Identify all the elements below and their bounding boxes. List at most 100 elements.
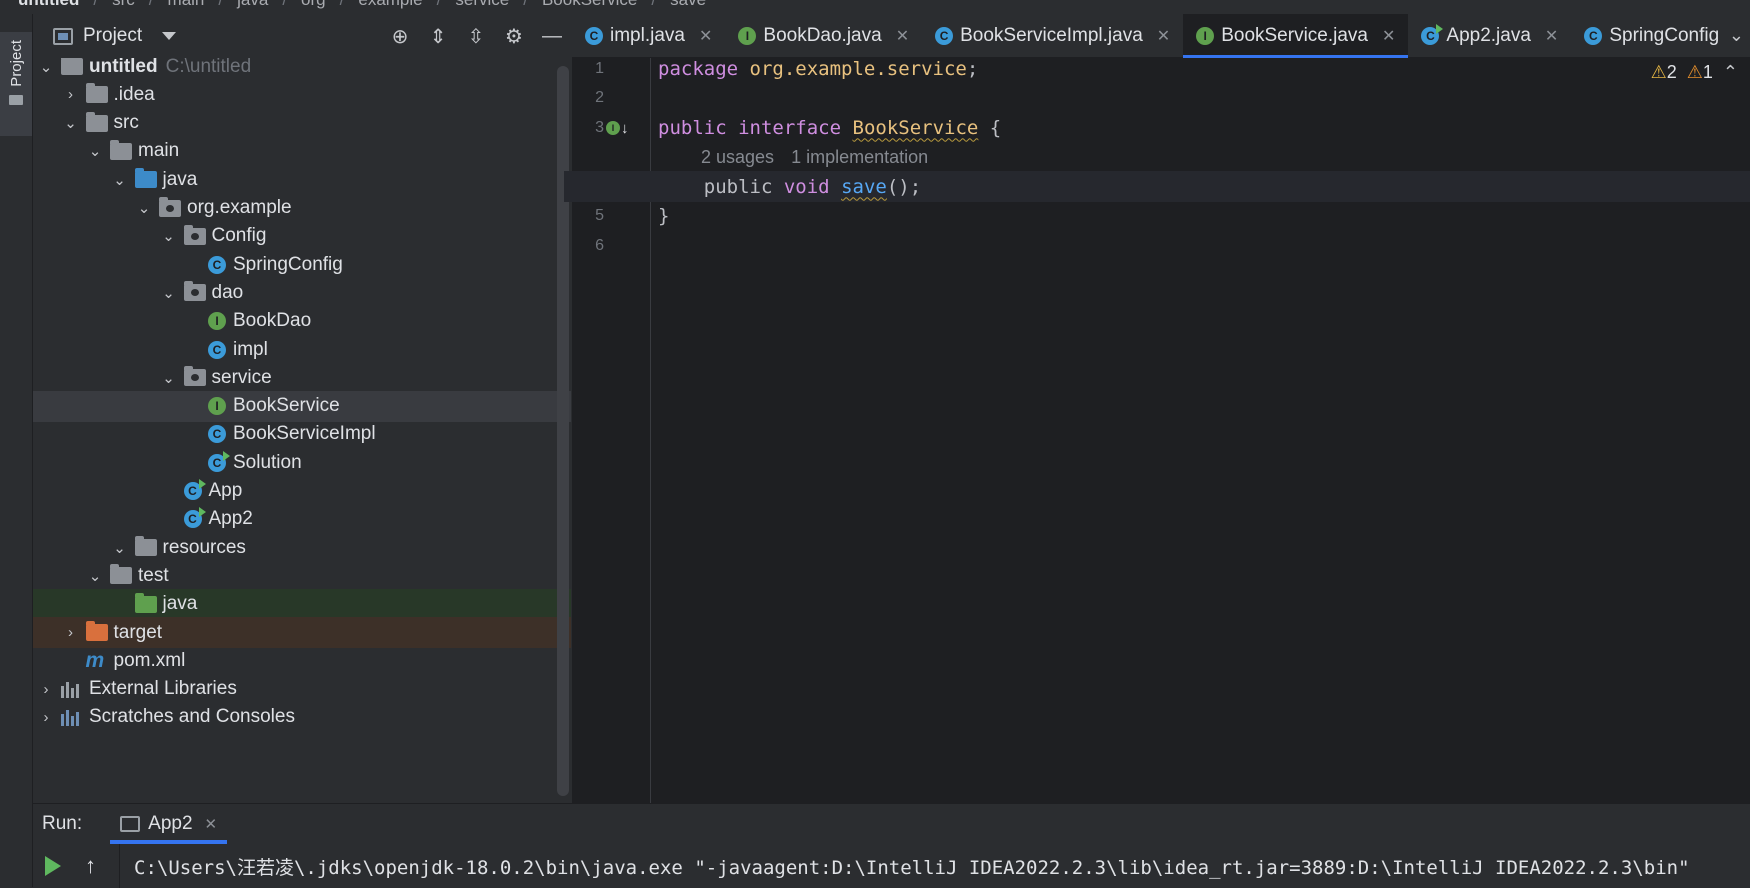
chevron-down-icon[interactable]: ⌄ xyxy=(111,539,129,557)
weak-warning-count: ⚠2 xyxy=(1651,62,1677,83)
editor-tab[interactable]: I BookDao.java ✕ xyxy=(725,14,922,57)
tree-node-java[interactable]: ⌄ java xyxy=(33,164,571,195)
tree-node-label: BookService xyxy=(233,395,340,417)
expand-all-icon[interactable]: ⇕ xyxy=(419,14,457,58)
chevron-down-icon[interactable]: ⌄ xyxy=(86,142,104,160)
inspection-widget[interactable]: ⚠2 ⚠1 ⌃ xyxy=(1651,62,1738,83)
breadcrumb-item[interactable]: example xyxy=(358,0,422,10)
chevron-down-icon[interactable]: ⌄ xyxy=(111,171,129,189)
close-icon[interactable]: ✕ xyxy=(896,26,909,46)
interface-icon: I xyxy=(738,26,757,45)
tree-node-app2[interactable]: ›CApp2 xyxy=(33,504,571,535)
tree-node-springconfig[interactable]: ›CSpringConfig xyxy=(33,249,571,280)
console-output[interactable]: C:\Users\汪若凌\.jdks\openjdk-18.0.2\bin\ja… xyxy=(134,844,1750,888)
tree-node-service[interactable]: ⌄ service xyxy=(33,362,571,393)
gear-icon[interactable]: ⚙ xyxy=(495,14,533,58)
tree-node-main[interactable]: ⌄ main xyxy=(33,136,571,167)
code-package-name: org.example.service xyxy=(749,57,967,80)
code-keyword: void xyxy=(783,175,830,198)
tree-node-external-libraries[interactable]: › External Libraries xyxy=(33,674,559,705)
tree-node-bookservice[interactable]: ›IBookService xyxy=(33,390,571,422)
breadcrumb-item[interactable]: src xyxy=(112,0,135,10)
chevron-down-icon[interactable]: ⌄ xyxy=(62,114,80,132)
inlay-hint: 2 usages 1 implementation xyxy=(701,142,928,173)
editor-tab[interactable]: C SpringConfig xyxy=(1571,14,1732,57)
chevron-right-icon[interactable]: › xyxy=(62,86,80,104)
chevron-right-icon[interactable]: › xyxy=(62,624,80,642)
editor-tab[interactable]: Cimpl.java ✕ xyxy=(572,14,725,57)
class-icon: C xyxy=(585,26,603,45)
tool-window-stripe: Project xyxy=(0,14,33,887)
line-number: 2 xyxy=(595,89,604,106)
chevron-down-icon[interactable] xyxy=(162,32,177,40)
tree-node-org-example[interactable]: ⌄ org.example xyxy=(33,193,571,224)
chevron-down-icon[interactable]: ⌄ xyxy=(160,369,178,387)
editor-tab[interactable]: I BookService.java ✕ xyxy=(1183,14,1409,58)
tree-node-bookdao[interactable]: ›IBookDao xyxy=(33,306,571,337)
tree-node-label: java xyxy=(162,168,198,190)
tree-node-src[interactable]: ⌄ src xyxy=(33,108,571,139)
code-keyword: interface xyxy=(738,116,842,139)
chevron-down-icon[interactable]: ⌄ xyxy=(135,199,153,217)
chevron-down-icon[interactable]: ⌄ xyxy=(160,284,178,302)
code-method-name[interactable]: save xyxy=(841,176,887,198)
tree-node-resources[interactable]: ⌄ resources xyxy=(33,532,571,563)
console-icon xyxy=(120,816,141,832)
breadcrumb-item[interactable]: service xyxy=(455,0,509,10)
tree-node-solution[interactable]: ›CSolution xyxy=(33,447,571,478)
code-editor[interactable]: 1 2 3 4 5 6 I↓ I↓ package org.example.se… xyxy=(564,57,1750,803)
chevron-right-icon[interactable]: › xyxy=(37,680,55,698)
editor-tab[interactable]: C App2.java ✕ xyxy=(1408,14,1571,57)
tree-node-bookserviceimpl[interactable]: ›CBookServiceImpl xyxy=(33,419,571,450)
tree-node-config[interactable]: ⌄ Config xyxy=(33,221,571,252)
chevron-up-icon[interactable]: ⌃ xyxy=(1723,62,1738,83)
close-icon[interactable]: ✕ xyxy=(699,26,712,46)
usages-hint[interactable]: 2 usages xyxy=(701,147,774,168)
rerun-icon[interactable] xyxy=(45,856,61,876)
tree-node-test[interactable]: ⌄ test xyxy=(33,560,571,591)
editor-tab[interactable]: C BookServiceImpl.java ✕ xyxy=(922,14,1183,57)
close-icon[interactable]: ✕ xyxy=(1382,26,1395,46)
chevron-down-icon[interactable]: ⌄ xyxy=(37,58,55,76)
tree-node-dao[interactable]: ⌄ dao xyxy=(33,277,571,308)
code-area[interactable]: package org.example.service; public inte… xyxy=(564,57,1750,803)
code-punct: (); xyxy=(886,175,922,198)
collapse-all-icon[interactable]: ⇳ xyxy=(457,14,495,58)
breadcrumb-item[interactable]: org xyxy=(301,0,326,10)
breadcrumb-item[interactable]: untitled xyxy=(18,0,79,10)
tree-node-impl[interactable]: ›Cimpl xyxy=(33,334,571,365)
breadcrumb-item[interactable]: save xyxy=(670,0,706,10)
implementations-hint[interactable]: 1 implementation xyxy=(791,147,928,168)
chevron-down-icon[interactable]: ⌄ xyxy=(1729,14,1744,57)
close-icon[interactable]: ✕ xyxy=(205,815,218,833)
breadcrumb-item[interactable]: java xyxy=(237,0,268,10)
tree-node-pom-xml[interactable]: ›mpom.xml xyxy=(33,645,571,676)
tree-node-label: main xyxy=(138,140,180,162)
arrow-up-icon[interactable]: ↑ xyxy=(85,853,96,879)
hide-panel-icon[interactable]: — xyxy=(533,14,571,58)
runnable-class-icon: C xyxy=(183,507,206,529)
tree-node-scratches-and-consoles[interactable]: › Scratches and Consoles xyxy=(33,702,559,733)
chevron-down-icon[interactable]: ⌄ xyxy=(160,227,178,245)
tree-node-target[interactable]: › target xyxy=(33,617,571,648)
package-icon xyxy=(183,366,206,387)
code-type-name[interactable]: BookService xyxy=(853,117,979,139)
locate-file-icon[interactable]: ⊕ xyxy=(381,14,419,58)
project-panel-title[interactable]: Project xyxy=(83,25,142,47)
tree-node-app[interactable]: ›CApp xyxy=(33,476,571,507)
editor-scrollbar[interactable] xyxy=(1738,98,1750,788)
chevron-right-icon[interactable]: › xyxy=(37,708,55,726)
close-icon[interactable]: ✕ xyxy=(1157,26,1170,46)
breadcrumb-item[interactable]: main xyxy=(168,0,205,10)
breadcrumb-item[interactable]: BookService xyxy=(542,0,637,10)
tree-node-java[interactable]: ›java xyxy=(33,588,571,620)
chevron-down-icon[interactable]: ⌄ xyxy=(86,567,104,585)
tree-node-label: impl xyxy=(233,338,268,360)
editor-tab-label: SpringConfig xyxy=(1609,24,1720,46)
close-icon[interactable]: ✕ xyxy=(1545,26,1558,46)
project-tool-window-button[interactable]: Project xyxy=(0,32,32,136)
implemented-marker-icon[interactable]: I↓ xyxy=(606,118,636,138)
tree-node--idea[interactable]: › .idea xyxy=(33,79,571,110)
tree-node-label: service xyxy=(211,366,272,388)
run-tab-app2[interactable]: App2 ✕ xyxy=(110,804,228,844)
